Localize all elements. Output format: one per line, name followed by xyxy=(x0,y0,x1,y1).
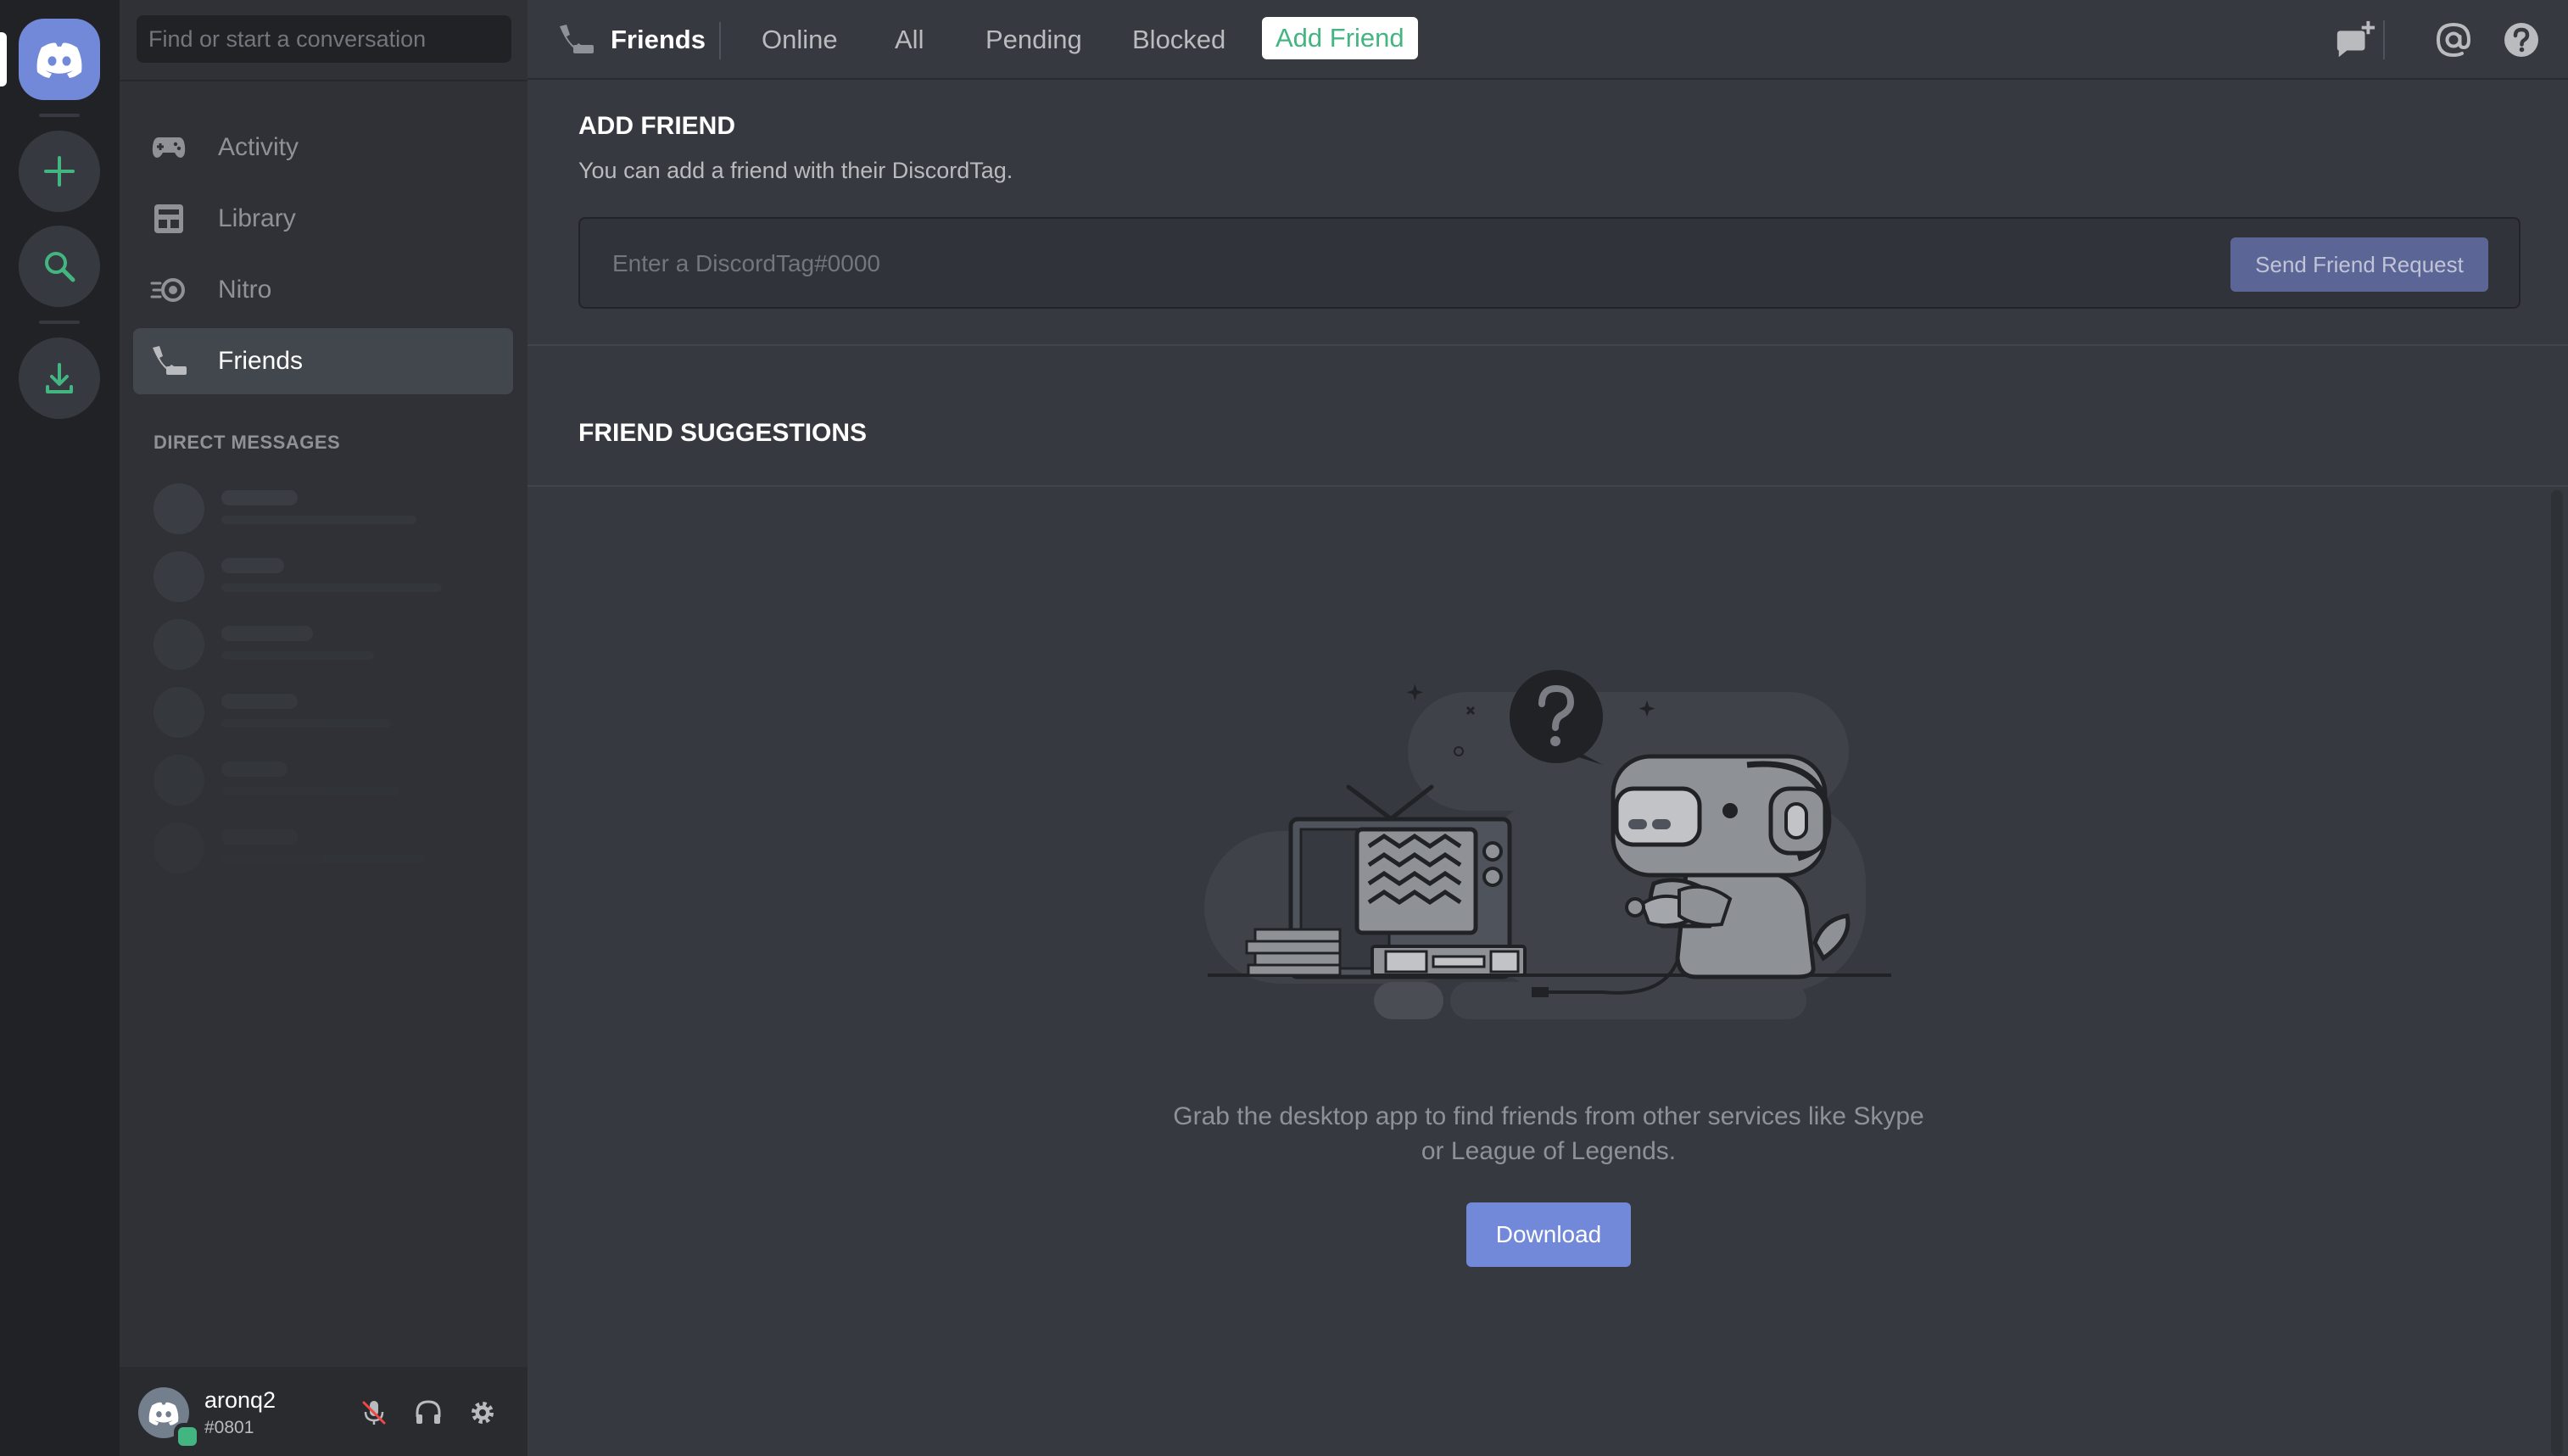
online-status-indicator xyxy=(174,1423,201,1450)
tab-pending[interactable]: Pending xyxy=(985,0,1082,80)
help-icon xyxy=(2504,23,2538,57)
user-tag: #0801 xyxy=(204,1418,254,1437)
friends-header-bar: Friends Online All Pending Blocked Add F… xyxy=(528,0,2568,80)
sidebar-item-library[interactable]: Library xyxy=(133,186,513,252)
discordtag-input[interactable] xyxy=(611,219,2225,309)
mentions-button[interactable] xyxy=(2432,19,2475,61)
scrollbar[interactable] xyxy=(2551,490,2563,1456)
send-friend-request-button[interactable]: Send Friend Request xyxy=(2230,237,2488,292)
download-apps-button[interactable] xyxy=(19,338,100,419)
rail-separator xyxy=(39,321,80,324)
tab-all[interactable]: All xyxy=(895,0,924,80)
sidebar-item-activity[interactable]: Activity xyxy=(133,114,513,181)
search-placeholder: Find or start a conversation xyxy=(148,25,427,52)
sidebar-item-label: Activity xyxy=(218,133,299,161)
user-settings-button[interactable] xyxy=(464,1394,501,1431)
dm-placeholder xyxy=(154,678,510,746)
friend-suggestions-title: FRIEND SUGGESTIONS xyxy=(578,419,868,447)
direct-messages-header: DIRECT MESSAGES xyxy=(154,432,341,453)
download-button[interactable]: Download xyxy=(1466,1202,1631,1267)
empty-state-message: Grab the desktop app to find friends fro… xyxy=(1123,1099,1974,1169)
microphone-muted-icon xyxy=(362,1401,386,1425)
dm-placeholder xyxy=(154,814,510,882)
user-panel: aronq2 #0801 xyxy=(120,1367,528,1456)
explore-servers-button[interactable] xyxy=(19,226,100,307)
friends-header: Friends xyxy=(558,0,706,80)
sidebar-item-nitro[interactable]: Nitro xyxy=(133,257,513,323)
section-subtitle: You can add a friend with their DiscordT… xyxy=(578,158,1013,183)
sidebar-item-label: Library xyxy=(218,204,296,232)
nitro-icon xyxy=(150,271,187,309)
divider xyxy=(528,485,2568,487)
sidebar-item-label: Friends xyxy=(218,347,304,375)
gamepad-icon xyxy=(150,129,187,166)
new-group-dm-button[interactable] xyxy=(2334,19,2376,61)
search-icon xyxy=(45,252,75,282)
deafen-button[interactable] xyxy=(410,1394,447,1431)
help-button[interactable] xyxy=(2500,19,2543,61)
library-icon xyxy=(150,200,187,237)
tab-blocked[interactable]: Blocked xyxy=(1132,0,1225,80)
sidebar-item-label: Nitro xyxy=(218,276,272,304)
discord-logo-icon xyxy=(148,1402,179,1425)
empty-state-illustration xyxy=(1204,670,1891,1019)
section-title: ADD FRIEND xyxy=(578,112,735,140)
dm-placeholder xyxy=(154,543,510,611)
server-rail xyxy=(0,0,120,1456)
empty-state-line: or League of Legends. xyxy=(1421,1137,1677,1165)
selected-indicator xyxy=(0,32,7,86)
mute-button[interactable] xyxy=(355,1394,393,1431)
friends-icon xyxy=(150,343,187,380)
gear-icon xyxy=(472,1402,494,1424)
new-group-dm-icon xyxy=(2336,20,2375,58)
tab-online[interactable]: Online xyxy=(762,0,838,80)
add-server-button[interactable] xyxy=(19,131,100,212)
tab-add-friend[interactable]: Add Friend xyxy=(1262,17,1418,59)
divider xyxy=(120,80,528,81)
divider xyxy=(2383,20,2385,59)
dm-placeholder xyxy=(154,475,510,543)
download-icon xyxy=(46,363,73,393)
empty-state-line: Grab the desktop app to find friends fro… xyxy=(1173,1102,1924,1130)
plus-icon xyxy=(44,156,75,187)
sidebar-item-friends[interactable]: Friends xyxy=(133,328,513,394)
dm-placeholder xyxy=(154,746,510,814)
rail-separator xyxy=(39,114,80,117)
dm-placeholder xyxy=(154,611,510,678)
page-title: Friends xyxy=(611,25,706,54)
add-friend-form: Send Friend Request xyxy=(578,217,2521,309)
find-conversation-button[interactable]: Find or start a conversation xyxy=(137,15,511,63)
channel-sidebar: Find or start a conversation Activity Li… xyxy=(120,0,528,1456)
add-friend-section: ADD FRIEND You can add a friend with the… xyxy=(528,81,2568,346)
at-sign-icon xyxy=(2436,22,2471,58)
discord-logo-icon xyxy=(36,42,82,78)
divider xyxy=(719,22,721,59)
home-button[interactable] xyxy=(19,19,100,100)
friends-icon xyxy=(560,25,594,53)
headphones-icon xyxy=(416,1400,441,1424)
username: aronq2 xyxy=(204,1387,276,1413)
